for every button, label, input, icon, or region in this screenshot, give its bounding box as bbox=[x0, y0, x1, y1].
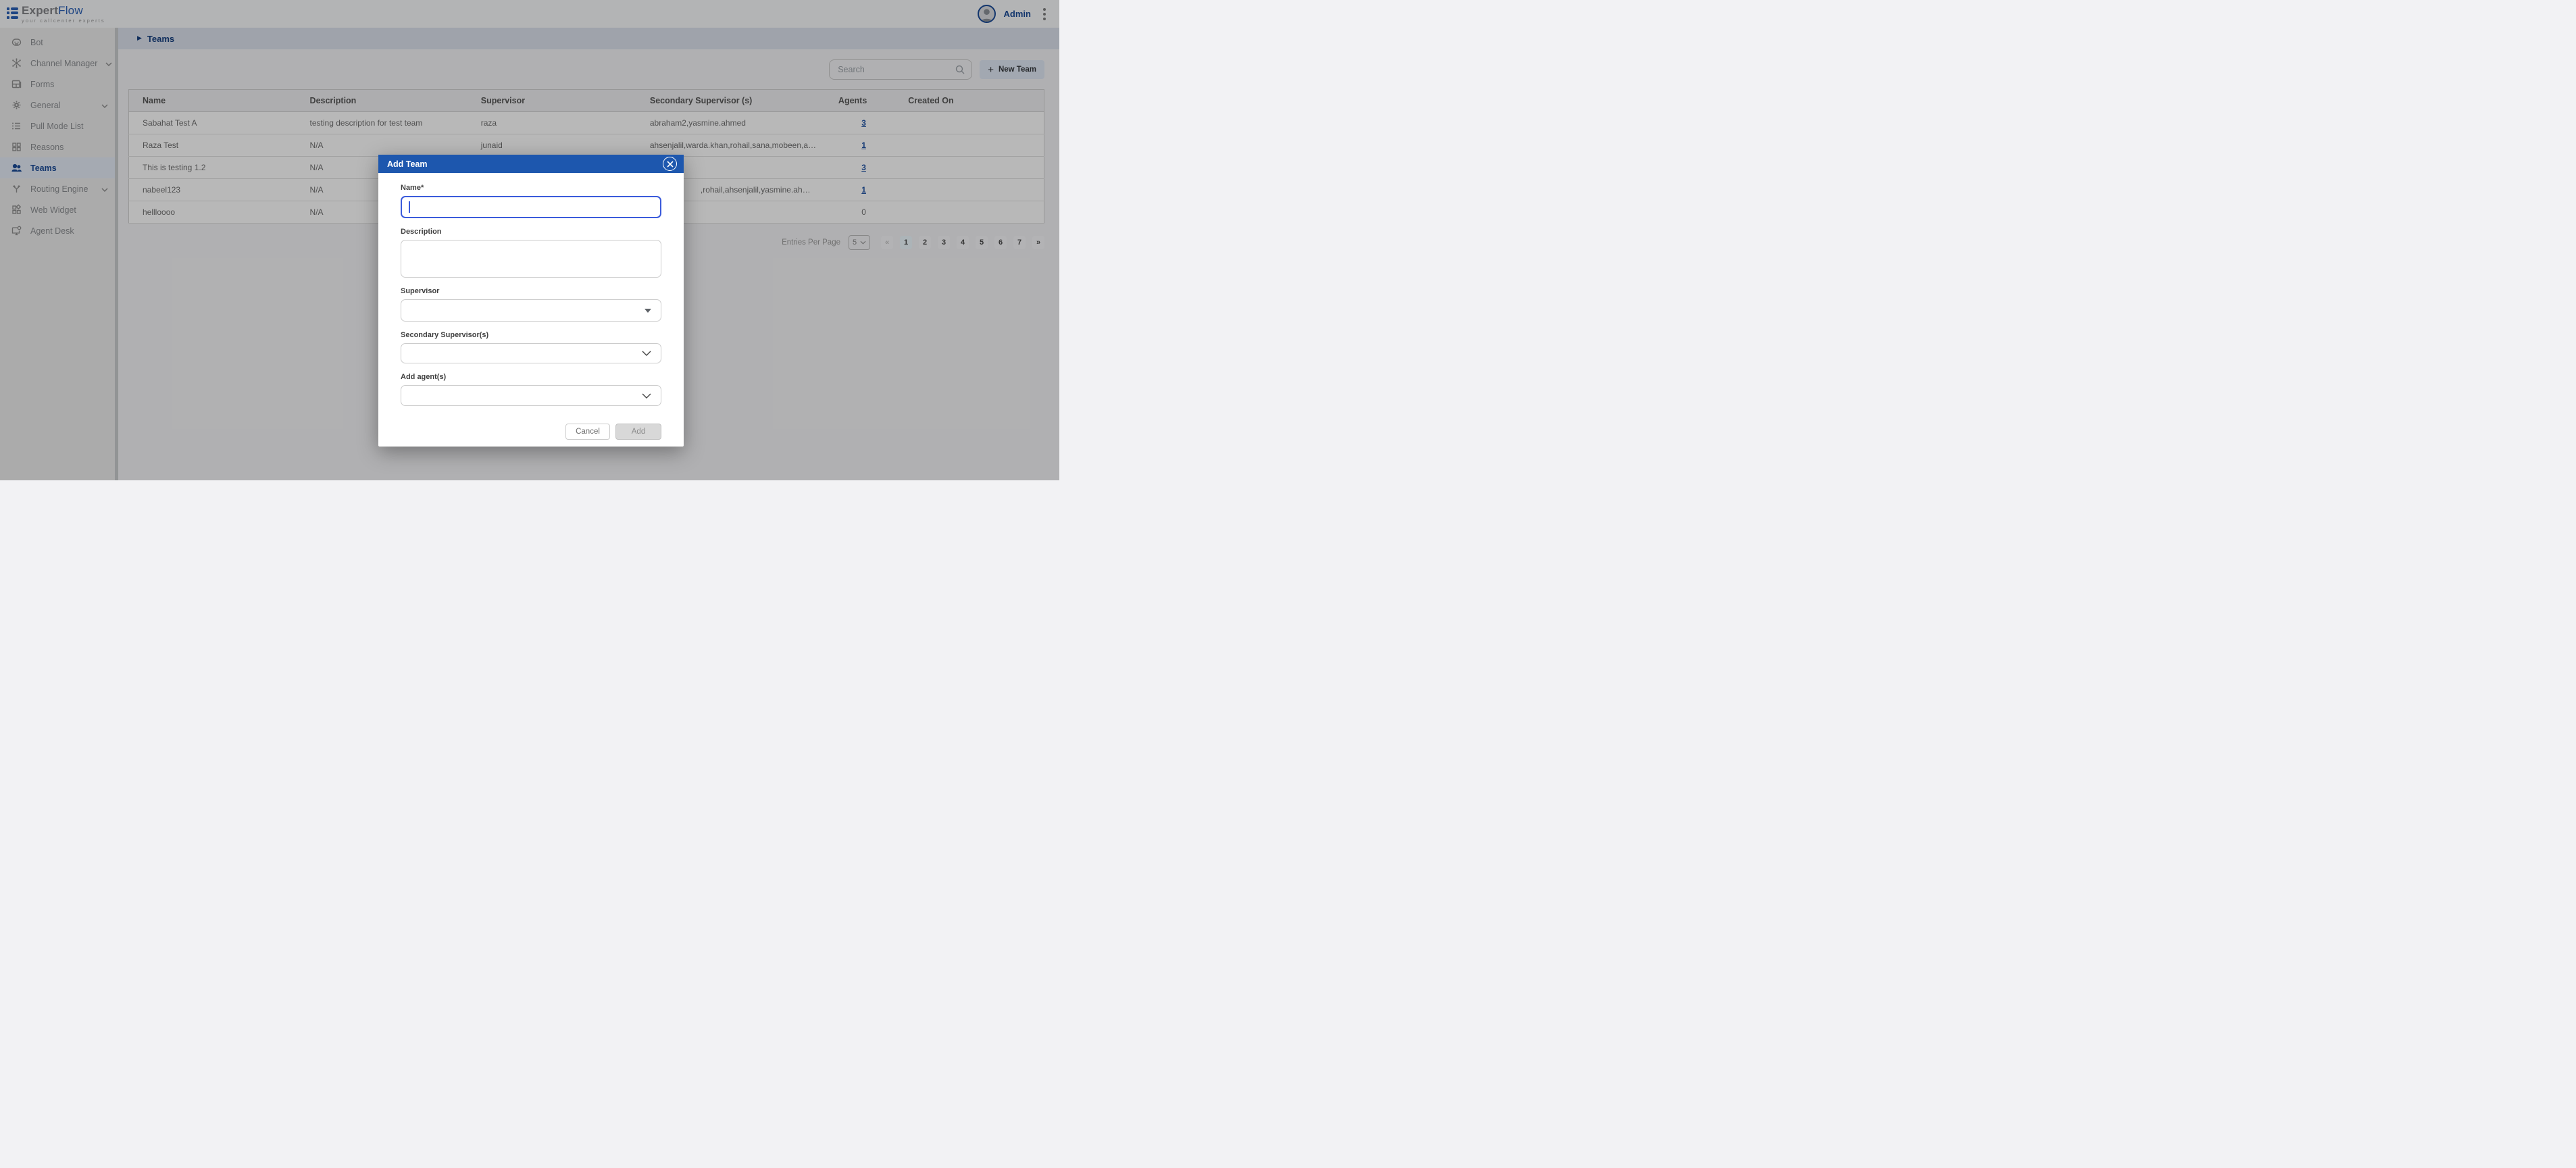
text-cursor bbox=[409, 201, 410, 213]
team-name-input[interactable] bbox=[401, 196, 661, 218]
modal-title: Add Team bbox=[387, 159, 428, 169]
secondary-supervisor-label: Secondary Supervisor(s) bbox=[401, 331, 661, 339]
modal-footer: Cancel Add bbox=[378, 415, 684, 447]
add-team-modal: Add Team Name* Description Supervisor Se… bbox=[378, 155, 684, 447]
add-agents-label: Add agent(s) bbox=[401, 373, 661, 381]
dropdown-arrow-icon bbox=[645, 309, 651, 313]
modal-body: Name* Description Supervisor Secondary S… bbox=[378, 173, 684, 406]
screen: ExpertFlow your callcenter experts Admin… bbox=[0, 0, 1059, 480]
field-group-description: Description bbox=[401, 228, 661, 278]
supervisor-label: Supervisor bbox=[401, 287, 661, 295]
name-label: Name* bbox=[401, 184, 661, 192]
chevron-down-icon bbox=[642, 351, 651, 356]
field-group-add-agents: Add agent(s) bbox=[401, 373, 661, 406]
add-button[interactable]: Add bbox=[615, 424, 661, 440]
close-icon[interactable] bbox=[663, 157, 677, 171]
field-group-name: Name* bbox=[401, 184, 661, 218]
field-group-secondary-supervisor: Secondary Supervisor(s) bbox=[401, 331, 661, 363]
secondary-supervisor-select[interactable] bbox=[401, 343, 661, 363]
modal-header: Add Team bbox=[378, 155, 684, 173]
description-label: Description bbox=[401, 228, 661, 236]
field-group-supervisor: Supervisor bbox=[401, 287, 661, 322]
supervisor-select[interactable] bbox=[401, 299, 661, 322]
chevron-down-icon bbox=[642, 393, 651, 399]
team-description-textarea[interactable] bbox=[401, 240, 661, 278]
add-agents-select[interactable] bbox=[401, 385, 661, 406]
cancel-button[interactable]: Cancel bbox=[565, 424, 610, 440]
